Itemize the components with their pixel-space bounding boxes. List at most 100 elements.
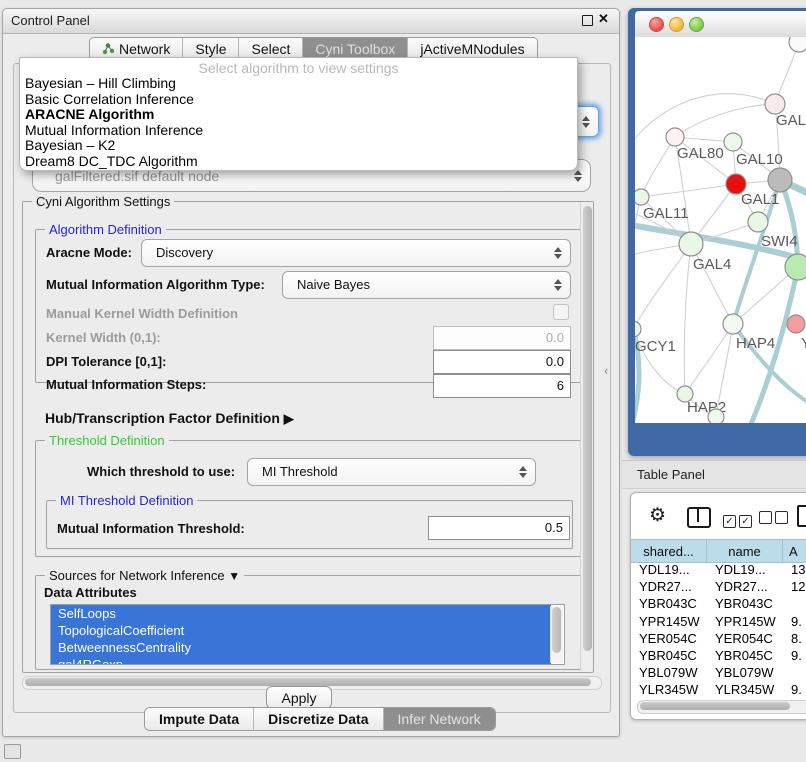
select-all-checks-icon[interactable]: ✓✓	[723, 511, 752, 529]
network-node-gal80[interactable]	[666, 128, 684, 146]
network-node-gal4[interactable]	[679, 232, 703, 256]
column-header-shared-name[interactable]: shared...	[631, 540, 707, 562]
table-cell[interactable]: YDL19...	[707, 562, 783, 579]
control-panel-titlebar[interactable]: Control Panel ✕	[3, 9, 619, 34]
table-hscrollbar[interactable]	[637, 700, 806, 714]
network-window-titlebar[interactable]	[635, 11, 806, 38]
network-edge[interactable]	[635, 94, 775, 149]
table-cell[interactable]	[783, 596, 806, 613]
network-edge[interactable]	[641, 137, 675, 197]
network-edge[interactable]	[675, 104, 775, 137]
expand-arrow-icon[interactable]: ▼	[228, 569, 240, 583]
table-row[interactable]: YBR045CYBR045C9.	[631, 648, 806, 665]
data-attributes-list[interactable]: SelfLoopsTopologicalCoefficientBetweenne…	[50, 604, 565, 665]
table-cell[interactable]: 9.	[783, 648, 806, 665]
dropdown-item[interactable]: Mutual Information Inference	[20, 123, 577, 139]
network-edge[interactable]	[684, 244, 691, 394]
network-node-gcy1[interactable]	[635, 321, 641, 337]
table-row[interactable]: YDL19...YDL19...13	[631, 562, 806, 579]
hub-definition-toggle[interactable]: Hub/Transcription Factor Definition ▶	[45, 410, 294, 427]
column-header-name[interactable]: name	[707, 540, 783, 562]
gear-icon[interactable]: ⚙	[649, 504, 666, 527]
dropdown-item[interactable]: ARACNE Algorithm	[20, 107, 577, 123]
aracne-mode-combobox[interactable]: Discovery	[141, 239, 571, 267]
network-edge[interactable]	[635, 244, 691, 329]
dpi-tolerance-field[interactable]: 0.0	[433, 350, 571, 374]
table-hscroll-thumb[interactable]	[640, 702, 790, 710]
table-cell[interactable]: YDR27...	[707, 579, 783, 596]
table-cell[interactable]: 12	[783, 579, 806, 596]
attribute-list-item[interactable]: gal4RGexp	[51, 656, 551, 665]
table-row[interactable]: YER054CYER054C8.	[631, 631, 806, 648]
table-cell[interactable]: YBR043C	[631, 596, 707, 613]
network-node[interactable]	[785, 254, 806, 280]
table-cell[interactable]: YLR345W	[707, 682, 783, 699]
mi-steps-field[interactable]: 6	[433, 374, 571, 398]
network-node[interactable]	[708, 409, 724, 423]
columns-icon[interactable]	[687, 507, 711, 528]
table-row[interactable]: YDR27...YDR27...12	[631, 579, 806, 596]
attribute-list-item[interactable]: SelfLoops	[51, 605, 551, 622]
table-cell[interactable]: 8.	[783, 631, 806, 648]
table-cell[interactable]: 9.	[783, 682, 806, 699]
table-cell[interactable]: YBR043C	[707, 596, 783, 613]
zoom-traffic-light-icon[interactable]	[689, 17, 704, 32]
table-cell[interactable]: YBL079W	[707, 665, 783, 682]
new-table-icon[interactable]	[797, 505, 806, 527]
tab-impute-data[interactable]: Impute Data	[145, 708, 254, 730]
network-node[interactable]	[789, 37, 806, 52]
which-threshold-combobox[interactable]: MI Threshold	[247, 458, 536, 486]
table-cell[interactable]: YER054C	[707, 631, 783, 648]
table-cell[interactable]: 9.	[783, 614, 806, 631]
network-node-hap4[interactable]	[723, 314, 743, 334]
network-node-swi4[interactable]	[748, 212, 768, 232]
table-cell[interactable]: YPR145W	[707, 614, 783, 631]
network-node-y[interactable]	[787, 315, 805, 333]
unselect-all-checks-icon[interactable]	[759, 511, 788, 529]
settings-vscrollbar[interactable]	[580, 202, 593, 670]
network-edge[interactable]	[641, 184, 736, 197]
network-node-gal[interactable]	[765, 94, 785, 114]
table-cell[interactable]: YPR145W	[631, 614, 707, 631]
network-edge[interactable]	[685, 324, 733, 394]
network-node[interactable]	[768, 168, 792, 192]
table-row[interactable]: YLR345WYLR345W9.	[631, 682, 806, 699]
splitter-collapse-icon[interactable]: ‹	[604, 363, 608, 378]
table-cell[interactable]: 13	[783, 562, 806, 579]
close-icon[interactable]: ✕	[598, 11, 609, 27]
dropdown-item[interactable]: Bayesian – Hill Climbing	[20, 76, 577, 92]
table-row[interactable]: YBR043CYBR043C	[631, 596, 806, 613]
table-panel-titlebar[interactable]: Table Panel	[622, 460, 806, 489]
table-row[interactable]: YPR145WYPR145W9.	[631, 614, 806, 631]
table-cell[interactable]: YDR27...	[631, 579, 707, 596]
table-cell[interactable]: YBR045C	[707, 648, 783, 665]
network-node-gal11[interactable]	[635, 189, 649, 205]
apply-button[interactable]: Apply	[266, 686, 332, 709]
table-cell[interactable]: YBR045C	[631, 648, 707, 665]
mi-type-combobox[interactable]: Naive Bayes	[282, 271, 571, 299]
float-window-icon[interactable]	[582, 15, 593, 26]
network-canvas[interactable]: GALGAL80GAL10GAL1GAL11SWI4GAL4GCY1HAP4YH…	[635, 37, 806, 423]
attributes-vscroll-thumb[interactable]	[552, 607, 561, 653]
settings-hscroll-thumb[interactable]	[25, 678, 591, 686]
attribute-list-item[interactable]: BetweennessCentrality	[51, 639, 551, 656]
settings-vscroll-thumb[interactable]	[583, 206, 592, 651]
tab-discretize-data[interactable]: Discretize Data	[254, 708, 383, 730]
minimize-traffic-light-icon[interactable]	[669, 17, 684, 32]
attribute-list-item[interactable]: TopologicalCoefficient	[51, 622, 551, 639]
table-cell[interactable]: YLR345W	[631, 682, 707, 699]
restore-panel-icon[interactable]	[4, 744, 21, 759]
network-node-gal10[interactable]	[724, 133, 742, 151]
manual-kernel-checkbox[interactable]	[553, 304, 569, 320]
dropdown-item[interactable]: Bayesian – K2	[20, 138, 577, 154]
mi-threshold-field[interactable]: 0.5	[428, 516, 570, 540]
attributes-vscrollbar[interactable]	[550, 606, 563, 663]
dropdown-item[interactable]: Dream8 DC_TDC Algorithm	[20, 154, 577, 170]
table-cell[interactable]: YDL19...	[631, 562, 707, 579]
close-traffic-light-icon[interactable]	[649, 17, 664, 32]
tab-infer-network[interactable]: Infer Network	[384, 708, 495, 730]
table-row[interactable]: YBL079WYBL079W	[631, 665, 806, 682]
column-header-third[interactable]: A	[783, 540, 806, 562]
table-cell[interactable]: YBL079W	[631, 665, 707, 682]
table-cell[interactable]: YER054C	[631, 631, 707, 648]
